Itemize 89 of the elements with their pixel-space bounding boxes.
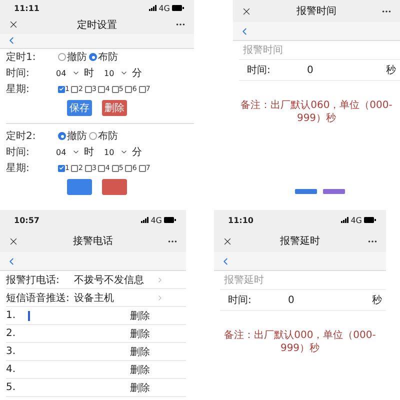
radio-button[interactable] [89,132,97,140]
unit-label: 时 [84,66,94,80]
close-icon[interactable] [8,236,19,246]
field-label: 星期: [6,162,30,175]
select-value[interactable]: 不拨号不发信息 [74,272,156,286]
row-number: 2. [6,328,17,339]
radio-label: 布防 [98,50,118,64]
radio-button[interactable] [89,53,97,61]
hour-select[interactable]: 04 [56,68,72,78]
page-title: 接警电话 [73,234,113,248]
value-field[interactable]: 0 [307,64,386,76]
row-number: 1. [6,310,17,321]
close-icon[interactable] [241,6,252,16]
field-label: 定时2: [6,130,37,143]
minute-select[interactable]: 10 [104,148,120,156]
radio-label: 撤防 [67,50,87,64]
dropdown-icon[interactable] [120,148,128,156]
minute-select[interactable]: 10 [104,68,120,78]
unit-label: 分 [132,67,142,80]
checkbox[interactable] [58,86,65,92]
unit-label: 秒 [372,294,382,307]
battery-icon [172,5,184,11]
checkbox[interactable] [84,86,92,92]
delete-link[interactable]: 删除 [130,344,150,358]
delete-link[interactable]: 删除 [130,308,150,322]
checkbox[interactable] [112,164,119,172]
row-number: 5. [6,382,17,393]
dropdown-icon[interactable] [72,69,80,77]
field-label: 星期: [6,82,30,96]
field-label: 报警打电话: [6,274,60,286]
page-title: 定时设置 [77,18,117,32]
unit-label: 分 [132,146,142,159]
checkbox[interactable] [98,164,106,172]
checkbox[interactable] [125,86,132,92]
checkbox[interactable] [125,164,132,172]
text-cursor[interactable] [28,310,30,320]
radio-button[interactable] [58,53,66,61]
status-time: 11:10 [228,216,254,224]
signal-icon [340,217,349,223]
footer-button[interactable] [294,189,316,194]
checkbox[interactable] [84,164,92,172]
checkbox[interactable] [71,164,78,172]
page-title: 报警时间 [296,4,336,18]
network-label: 4G [350,216,362,224]
delete-link[interactable]: 删除 [130,380,150,394]
row-number: 4. [6,364,17,375]
field-label: 时间: [6,66,30,80]
radio-label: 撤防 [67,130,87,143]
row-number: 3. [6,346,17,357]
network-label: 4G [150,216,162,224]
value-field[interactable]: 0 [288,294,372,306]
status-time: 10:57 [14,216,40,224]
select-value[interactable]: 设备主机 [74,290,156,304]
radio-label: 布防 [98,130,118,143]
page-title: 报警延时 [280,234,320,248]
section-header: 报警时间 [239,41,400,60]
hour-select[interactable]: 04 [56,148,72,156]
battery-icon [364,217,376,223]
save-button[interactable]: 保存 [67,100,92,116]
checkbox[interactable] [58,164,65,172]
checkbox[interactable] [71,86,78,92]
dropdown-icon[interactable] [72,148,80,156]
battery-icon [164,217,176,223]
field-label: 定时1: [6,50,37,64]
delete-link[interactable]: 删除 [130,326,150,340]
field-label: 时间: [6,146,30,159]
close-icon[interactable] [8,19,19,30]
status-time: 11:11 [14,4,40,12]
field-label: 时间: [247,64,272,77]
radio-button[interactable] [58,132,66,140]
section-header: 报警延时 [220,271,386,290]
unit-label: 秒 [386,64,396,77]
footer-button[interactable] [322,189,344,194]
checkbox[interactable] [112,86,119,92]
note-text: 备注：出厂默认060，单位（000-999）秒 [240,98,394,125]
unit-label: 时 [84,146,94,159]
signal-icon [148,5,157,11]
dropdown-icon[interactable] [120,69,128,77]
close-icon[interactable] [222,236,233,246]
checkbox[interactable] [138,164,146,172]
checkbox[interactable] [98,86,106,92]
signal-icon [140,217,149,223]
field-label: 时间: [228,294,252,307]
network-label: 4G [158,4,170,12]
checkbox[interactable] [138,86,146,92]
field-label: 短信语音推送: [6,292,70,304]
delete-button[interactable]: 删除 [102,100,127,116]
delete-link[interactable]: 删除 [130,362,150,376]
note-text: 备注：出厂默认000，单位（000-999）秒 [223,328,377,355]
